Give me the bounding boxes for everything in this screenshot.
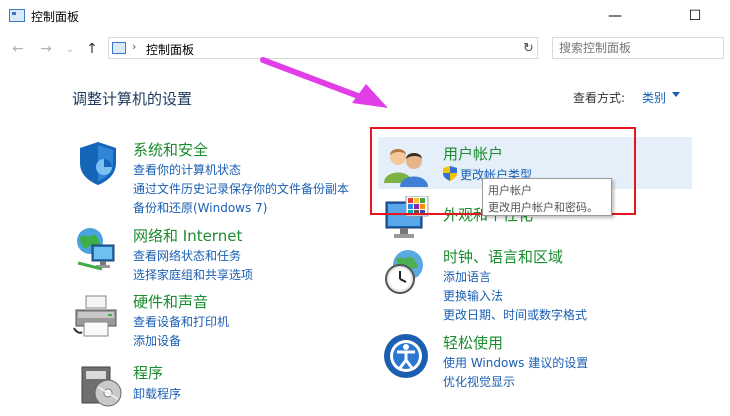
window-title: 控制面板 [31,10,80,24]
link-view-computer-status[interactable]: 查看你的计算机状态 [133,161,241,178]
link-add-language[interactable]: 添加语言 [443,268,491,285]
link-network-status[interactable]: 查看网络状态和任务 [133,247,241,264]
breadcrumb-separator-icon: › [132,40,137,53]
category-ease-of-access[interactable]: 轻松使用 [443,332,503,353]
category-clock-language-region[interactable]: 时钟、语言和区域 [443,246,563,267]
category-system-security[interactable]: 系统和安全 [133,139,208,160]
chevron-down-icon[interactable] [672,92,680,97]
link-recommended-settings[interactable]: 使用 Windows 建议的设置 [443,354,588,371]
address-bar[interactable]: › 控制面板 ⌄ [108,37,538,59]
breadcrumb-control-panel[interactable]: 控制面板 [146,41,194,58]
tooltip: 用户帐户 更改用户帐户和密码。 [482,178,612,216]
link-optimize-visual-display[interactable]: 优化视觉显示 [443,373,515,390]
ease-of-access-icon [384,334,428,378]
up-button[interactable]: ↑ [82,38,102,60]
view-by-label: 查看方式: [573,91,626,105]
network-globe-icon [77,228,115,271]
link-homegroup[interactable]: 选择家庭组和共享选项 [133,266,253,283]
view-by-dropdown[interactable]: 类别 [642,89,666,106]
minimize-button[interactable]: — [592,0,638,32]
back-button[interactable]: ← [8,38,28,60]
control-panel-icon [9,9,25,22]
clock-globe-icon [385,250,423,294]
search-input[interactable] [552,37,724,59]
link-change-date-format[interactable]: 更改日期、时间或数字格式 [443,306,587,323]
forward-button[interactable]: → [36,38,56,60]
recent-dropdown-icon[interactable]: ⌄ [60,39,80,61]
control-panel-icon [112,42,126,54]
link-add-device[interactable]: 添加设备 [133,332,181,349]
tooltip-description: 更改用户帐户和密码。 [488,201,598,214]
link-uninstall-program[interactable]: 卸载程序 [133,385,181,402]
printer-icon [73,295,117,337]
link-backup-restore[interactable]: 备份和还原(Windows 7) [133,199,267,216]
category-network-internet[interactable]: 网络和 Internet [133,225,242,246]
programs-icon [81,366,122,407]
tooltip-title: 用户帐户 [488,184,532,197]
category-programs[interactable]: 程序 [133,362,163,383]
page-title: 调整计算机的设置 [72,90,193,108]
link-devices-printers[interactable]: 查看设备和打印机 [133,313,229,330]
link-file-history[interactable]: 通过文件历史记录保存你的文件备份副本 [133,180,349,197]
shield-icon [80,142,116,185]
link-change-input-method[interactable]: 更换输入法 [443,287,503,304]
category-hardware-sound[interactable]: 硬件和声音 [133,291,208,312]
refresh-button[interactable]: ↻ [520,37,538,59]
maximize-button[interactable]: ☐ [672,0,718,32]
